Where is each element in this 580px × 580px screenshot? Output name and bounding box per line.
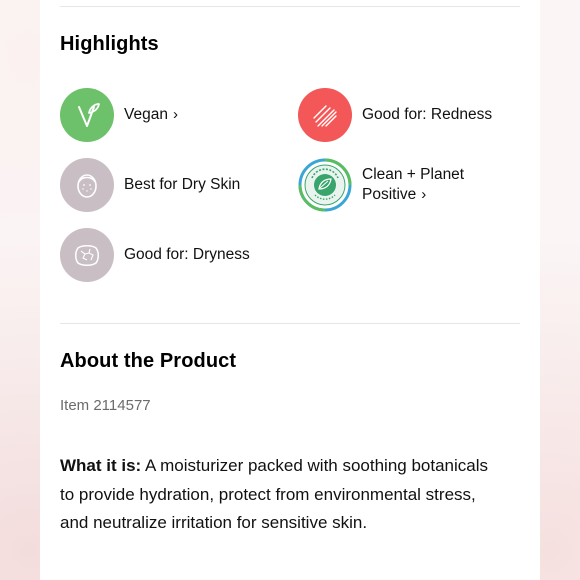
highlight-clean-planet-positive[interactable]: Clean + Planet Positive › <box>298 158 464 212</box>
leaf-icon <box>60 88 114 142</box>
dryness-icon <box>60 228 114 282</box>
clean-planet-positive-badge-icon <box>298 158 352 212</box>
highlight-label: Good for: Redness <box>362 106 493 123</box>
highlight-redness: Good for: Redness <box>298 88 492 142</box>
redness-icon <box>298 88 352 142</box>
highlight-vegan[interactable]: Vegan › <box>60 88 178 142</box>
top-divider <box>60 6 520 7</box>
highlight-dry-skin: Best for Dry Skin <box>60 158 240 212</box>
highlight-label: Vegan › <box>124 106 178 123</box>
what-it-is-label: What it is: <box>60 456 142 475</box>
item-number: Item 2114577 <box>60 397 151 414</box>
section-divider <box>60 323 520 324</box>
product-description: What it is: A moisturizer packed with so… <box>60 452 490 538</box>
highlight-label: Best for Dry Skin <box>124 176 241 193</box>
highlight-label: Good for: Dryness <box>124 246 250 263</box>
face-icon <box>60 158 114 212</box>
chevron-right-icon: › <box>421 186 427 203</box>
product-details-card: Highlights Vegan › Good for: Redness Bes… <box>40 0 540 580</box>
about-product-title: About the Product <box>60 350 237 372</box>
highlight-dryness: Good for: Dryness <box>60 228 250 282</box>
chevron-right-icon: › <box>172 106 178 123</box>
highlights-title: Highlights <box>60 33 159 55</box>
highlight-label: Clean + Planet Positive › <box>362 166 465 203</box>
